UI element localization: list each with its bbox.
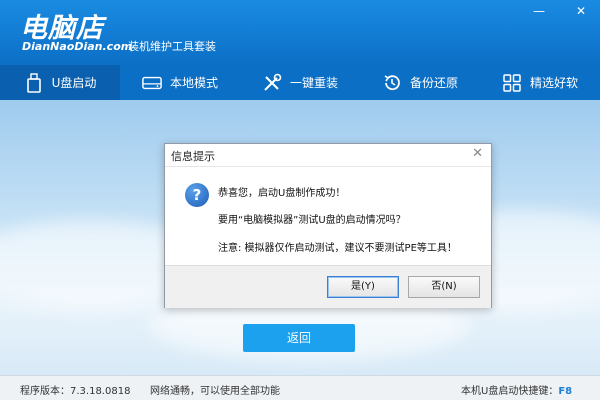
hard-drive-icon — [142, 73, 162, 93]
status-bar: 程序版本：7.3.18.0818 网络通畅，可以使用全部功能 本机U盘启动快捷键… — [0, 375, 600, 400]
question-icon: ? — [185, 183, 209, 207]
app-tagline: 装机维护工具套装 — [128, 40, 216, 53]
apps-grid-icon — [502, 73, 522, 93]
nav-item-label: 一键重装 — [289, 76, 338, 90]
usb-drive-icon — [24, 72, 44, 93]
dialog-title: 信息提示 — [171, 150, 215, 163]
yes-button[interactable]: 是(Y) — [327, 276, 399, 298]
nav-item-label: 本地模式 — [169, 76, 218, 90]
nav-item-one-click-reinstall[interactable]: 一键重装 — [240, 65, 360, 100]
dialog-footer: 是(Y) 否(N) — [165, 265, 491, 308]
dialog-message-success: 恭喜您，启动U盘制作成功！ — [218, 188, 346, 199]
tools-icon — [262, 73, 282, 93]
dialog-body: ? 恭喜您，启动U盘制作成功！ 要用“电脑模拟器”测试U盘的启动情况吗？ 注意:… — [165, 167, 491, 265]
nav-item-selected-software[interactable]: 精选好软 — [480, 65, 600, 100]
dialog-close-icon[interactable]: ✕ — [472, 146, 483, 161]
app-window: 电脑店 DianNaoDian.com 装机维护工具套装 — ✕ U盘启动 本地… — [0, 0, 600, 400]
nav-item-usb-boot[interactable]: U盘启动 — [0, 65, 120, 100]
nav-item-local-mode[interactable]: 本地模式 — [120, 65, 240, 100]
version-info: 程序版本：7.3.18.0818 — [20, 382, 130, 397]
version-label: 程序版本： — [20, 386, 70, 397]
nav-item-label: 精选好软 — [529, 76, 578, 90]
minimize-button[interactable]: — — [530, 4, 548, 18]
back-button[interactable]: 返回 — [243, 324, 355, 352]
nav-item-backup-restore[interactable]: 备份还原 — [360, 65, 480, 100]
close-button[interactable]: ✕ — [572, 4, 590, 18]
version-number: 7.3.18.0818 — [70, 386, 131, 397]
header: 电脑店 DianNaoDian.com 装机维护工具套装 — ✕ — [0, 0, 600, 65]
main-nav: U盘启动 本地模式 一键重装 备份还原 精选好软 — [0, 65, 600, 100]
nav-item-label: 备份还原 — [409, 76, 458, 90]
info-dialog: 信息提示 ✕ ? 恭喜您，启动U盘制作成功！ 要用“电脑模拟器”测试U盘的启动情… — [164, 143, 492, 308]
hotkey-value: F8 — [558, 386, 573, 397]
dialog-message-question: 要用“电脑模拟器”测试U盘的启动情况吗？ — [218, 215, 406, 226]
logo-subtext: DianNaoDian.com — [22, 40, 133, 53]
restore-icon — [382, 73, 402, 93]
hotkey-info: 本机U盘启动快捷键：F8 — [461, 382, 572, 397]
network-status: 网络通畅，可以使用全部功能 — [150, 386, 280, 397]
hotkey-label: 本机U盘启动快捷键： — [461, 386, 559, 397]
dialog-message-note: 注意: 模拟器仅作启动测试，建议不要测试PE等工具！ — [218, 243, 457, 254]
no-button[interactable]: 否(N) — [408, 276, 480, 298]
dialog-titlebar: 信息提示 ✕ — [165, 144, 491, 167]
nav-item-label: U盘启动 — [51, 76, 97, 90]
